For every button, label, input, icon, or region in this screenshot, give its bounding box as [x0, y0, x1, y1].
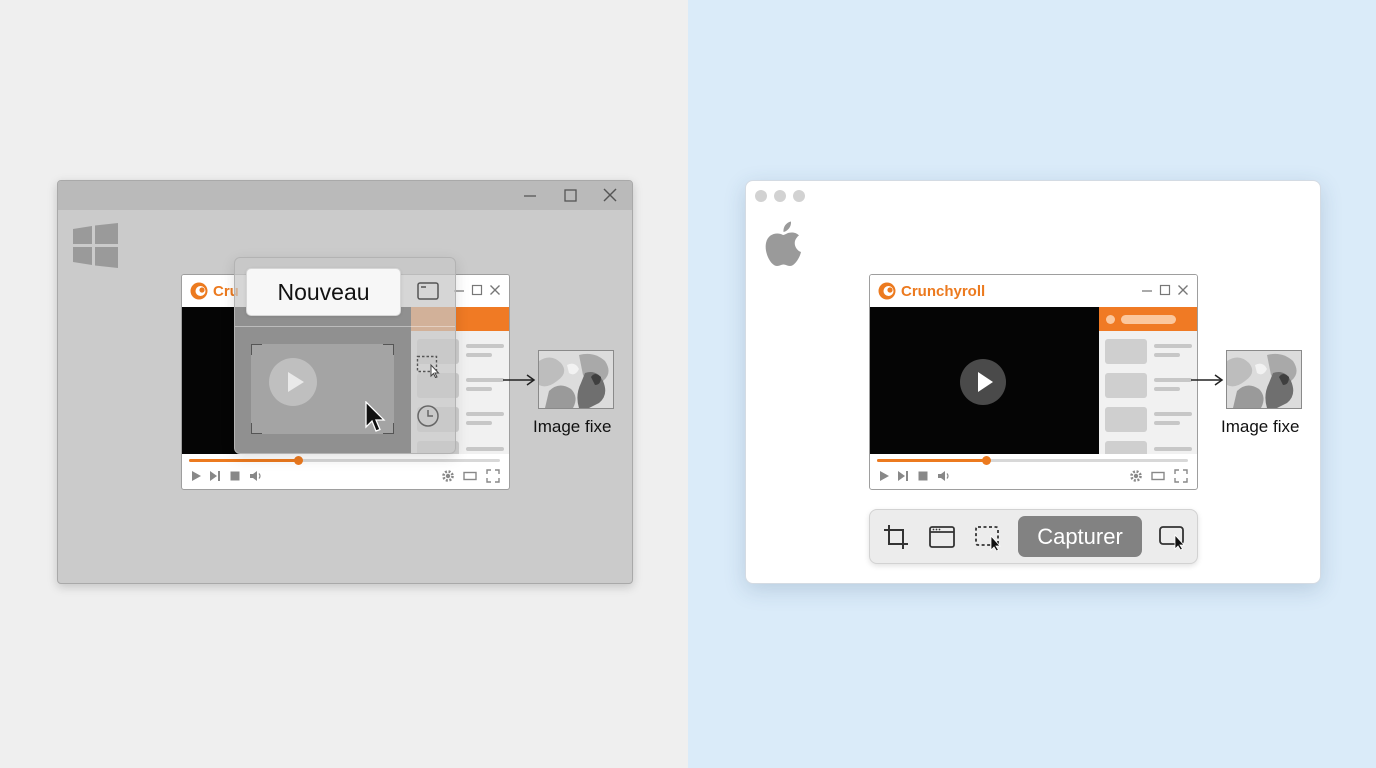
settings-gear-icon[interactable]	[441, 469, 455, 483]
play-icon[interactable]	[877, 469, 891, 483]
arrow-right-icon	[1191, 374, 1224, 386]
crop-icon[interactable]	[882, 523, 910, 551]
snipping-tool-panel: Nouveau	[234, 257, 456, 454]
crunchyroll-logo-icon	[190, 282, 208, 300]
fullscreen-icon[interactable]	[1174, 469, 1188, 483]
episode-text-line	[466, 447, 504, 451]
player-brand-name: Crunchyroll	[901, 283, 986, 300]
anime-frame-image	[1227, 351, 1301, 408]
episode-sidebar	[1099, 307, 1197, 454]
maximize-icon[interactable]	[560, 187, 580, 204]
anime-frame-image	[539, 351, 613, 408]
panel-divider	[235, 326, 455, 327]
sidebar-header	[1099, 307, 1197, 331]
progress-fill	[877, 459, 986, 462]
crunchyroll-player-window: Crunchyroll	[869, 274, 1198, 490]
ghost-play-button	[269, 358, 317, 406]
windows-logo-icon	[73, 223, 118, 268]
player-titlebar: Crunchyroll	[870, 275, 1197, 307]
still-image-thumbnail	[538, 350, 614, 409]
episode-text-line	[1154, 344, 1192, 348]
apple-logo-icon	[765, 221, 801, 266]
theater-mode-icon[interactable]	[463, 469, 477, 483]
close-icon[interactable]	[600, 187, 620, 204]
capture-button[interactable]: Capturer	[1018, 516, 1142, 557]
fullscreen-icon[interactable]	[486, 469, 500, 483]
volume-icon[interactable]	[937, 469, 951, 483]
minimize-icon[interactable]	[520, 187, 540, 204]
selection-corner	[383, 344, 394, 355]
progress-bar[interactable]	[877, 456, 1188, 465]
next-icon[interactable]	[208, 469, 222, 483]
video-area[interactable]	[870, 307, 1099, 454]
progress-knob[interactable]	[293, 456, 303, 465]
progress-bar[interactable]	[189, 456, 500, 465]
mouse-cursor-icon	[365, 401, 386, 432]
still-image-thumbnail	[1226, 350, 1302, 409]
stop-icon[interactable]	[916, 469, 930, 483]
episode-text-line	[466, 378, 504, 382]
player-maximize-icon[interactable]	[471, 284, 483, 296]
window-mode-icon[interactable]	[416, 279, 440, 303]
selection-corner	[251, 423, 262, 434]
episode-text-line	[466, 387, 492, 391]
progress-knob[interactable]	[981, 456, 991, 465]
episode-text-line	[1154, 447, 1192, 451]
selection-capture-icon[interactable]	[974, 523, 1002, 551]
window-titlebar	[58, 181, 632, 210]
play-icon	[978, 372, 993, 392]
episode-text-line	[1154, 378, 1192, 382]
stop-icon[interactable]	[228, 469, 242, 483]
episode-text-line	[466, 353, 492, 357]
episode-text-line	[1154, 412, 1192, 416]
window-zoom-dot[interactable]	[793, 190, 805, 202]
episode-thumbnail[interactable]	[1105, 373, 1147, 398]
screen-record-icon[interactable]	[1158, 523, 1186, 551]
episode-text-line	[466, 344, 504, 348]
episode-thumbnail[interactable]	[1105, 441, 1147, 454]
crunchyroll-logo-icon	[878, 282, 896, 300]
episode-text-line	[1154, 353, 1180, 357]
play-icon[interactable]	[189, 469, 203, 483]
windows-desktop-window: Cru Nouveau Image fixe	[57, 180, 633, 584]
window-capture-icon[interactable]	[928, 523, 956, 551]
player-close-icon[interactable]	[1177, 284, 1189, 296]
play-icon	[288, 372, 304, 392]
progress-fill	[189, 459, 298, 462]
sidebar-header-bar	[1121, 315, 1176, 324]
selection-corner	[251, 344, 262, 355]
mac-desktop-window: Crunchyroll Image fixe Capturer	[745, 180, 1321, 584]
window-close-dot[interactable]	[755, 190, 767, 202]
rectangle-snip-icon[interactable]	[416, 354, 440, 378]
still-image-label: Image fixe	[533, 417, 612, 436]
theater-mode-icon[interactable]	[1151, 469, 1165, 483]
play-button[interactable]	[960, 359, 1006, 405]
arrow-right-icon	[503, 374, 536, 386]
sidebar-header-dot	[1106, 315, 1115, 324]
delay-clock-icon[interactable]	[416, 404, 440, 428]
episode-thumbnail[interactable]	[1105, 407, 1147, 432]
volume-icon[interactable]	[249, 469, 263, 483]
mac-panel: Crunchyroll Image fixe Capturer	[688, 0, 1376, 768]
player-close-icon[interactable]	[489, 284, 501, 296]
episode-text-line	[466, 412, 504, 416]
screenshot-toolbar: Capturer	[869, 509, 1198, 564]
window-minimize-dot[interactable]	[774, 190, 786, 202]
episode-text-line	[466, 421, 492, 425]
settings-gear-icon[interactable]	[1129, 469, 1143, 483]
player-maximize-icon[interactable]	[1159, 284, 1171, 296]
new-capture-button[interactable]: Nouveau	[246, 268, 401, 316]
next-icon[interactable]	[896, 469, 910, 483]
still-image-label: Image fixe	[1221, 417, 1300, 436]
windows-panel: Cru Nouveau Image fixe	[0, 0, 688, 768]
episode-text-line	[1154, 421, 1180, 425]
episode-thumbnail[interactable]	[1105, 339, 1147, 364]
episode-text-line	[1154, 387, 1180, 391]
player-minimize-icon[interactable]	[1141, 284, 1153, 296]
